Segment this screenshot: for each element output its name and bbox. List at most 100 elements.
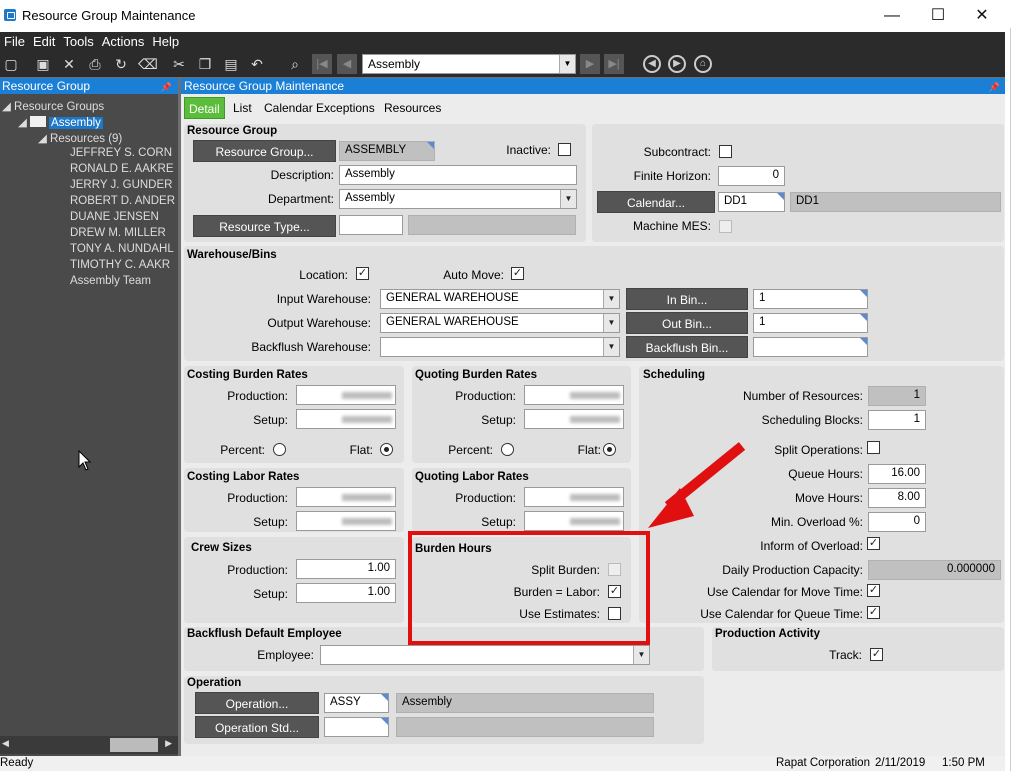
inactive-checkbox[interactable] [558, 143, 571, 156]
resource-group-field[interactable]: ASSEMBLY [339, 141, 435, 161]
department-combo[interactable]: Assembly ▼ [339, 189, 577, 209]
chevron-down-icon[interactable]: ▼ [603, 290, 619, 308]
back-icon[interactable]: ◀ [643, 55, 661, 73]
paste-icon[interactable]: ▤ [222, 55, 240, 73]
costing-labor-production-field[interactable] [296, 487, 396, 507]
operation-std-button[interactable]: Operation Std... [195, 716, 319, 738]
refresh-icon[interactable]: ↻ [112, 55, 130, 73]
tab-list[interactable]: List [229, 100, 256, 116]
search-icon[interactable]: ⌕ [286, 55, 304, 73]
quoting-labor-setup-field[interactable] [524, 511, 624, 531]
tree-resource-item[interactable]: JEFFREY S. CORN [70, 147, 172, 159]
costing-burden-setup-field[interactable] [296, 409, 396, 429]
backflush-warehouse-combo[interactable]: ▼ [380, 337, 620, 357]
inform-overload-checkbox[interactable]: ✓ [867, 537, 880, 550]
tree-resource-item[interactable]: DUANE JENSEN [70, 211, 159, 223]
track-checkbox[interactable]: ✓ [870, 648, 883, 661]
chevron-down-icon[interactable]: ▼ [603, 338, 619, 356]
clear-icon[interactable]: ⌫ [138, 55, 158, 73]
costing-percent-radio[interactable] [273, 443, 286, 456]
out-bin-field[interactable]: 1 [753, 313, 868, 333]
resource-type-button[interactable]: Resource Type... [193, 215, 336, 237]
menu-help[interactable]: Help [148, 32, 183, 49]
move-hours-field[interactable]: 8.00 [868, 488, 926, 508]
tree-resource-item[interactable]: DREW M. MILLER [70, 227, 166, 239]
out-bin-button[interactable]: Out Bin... [626, 312, 748, 334]
finite-horizon-field[interactable]: 0 [718, 166, 785, 186]
tab-resources[interactable]: Resources [380, 100, 445, 116]
next-record-button[interactable]: ▶ [580, 54, 600, 74]
tree-horizontal-scrollbar[interactable]: ◀ ▶ [0, 736, 178, 754]
new-icon[interactable]: ▢ [2, 55, 20, 73]
print-icon[interactable]: ⎙ [86, 55, 104, 73]
calendar-field[interactable]: DD1 [718, 192, 785, 212]
save-icon[interactable]: ▣ [34, 55, 52, 73]
cut-icon[interactable]: ✂ [170, 55, 188, 73]
copy-icon[interactable]: ❐ [196, 55, 214, 73]
calendar-button[interactable]: Calendar... [597, 191, 715, 213]
quoting-percent-radio[interactable] [501, 443, 514, 456]
costing-labor-setup-field[interactable] [296, 511, 396, 531]
backflush-bin-field[interactable] [753, 337, 868, 357]
chevron-down-icon[interactable]: ▼ [633, 646, 649, 664]
first-record-button[interactable]: |◀ [312, 54, 332, 74]
chevron-down-icon[interactable]: ▼ [559, 55, 575, 73]
close-button[interactable]: ✕ [962, 4, 1002, 28]
chevron-down-icon[interactable]: ▼ [603, 314, 619, 332]
tree-resource-item[interactable]: ROBERT D. ANDER [70, 195, 175, 207]
menu-file[interactable]: File [0, 32, 29, 49]
crew-production-field[interactable]: 1.00 [296, 559, 396, 579]
tree-resource-item[interactable]: Assembly Team [70, 275, 151, 287]
split-operations-checkbox[interactable] [867, 441, 880, 454]
in-bin-field[interactable]: 1 [753, 289, 868, 309]
minimize-button[interactable]: — [872, 4, 912, 28]
tab-detail[interactable]: Detail [184, 97, 225, 119]
costing-burden-production-field[interactable] [296, 385, 396, 405]
operation-button[interactable]: Operation... [195, 692, 319, 714]
menu-tools[interactable]: Tools [59, 32, 97, 49]
queue-hours-field[interactable]: 16.00 [868, 464, 926, 484]
quoting-burden-production-field[interactable] [524, 385, 624, 405]
scheduling-blocks-field[interactable]: 1 [868, 410, 926, 430]
scrollbar-thumb[interactable] [110, 738, 158, 752]
tab-calendar-exceptions[interactable]: Calendar Exceptions [260, 100, 379, 116]
tree-resource-item[interactable]: JERRY J. GUNDER [70, 179, 172, 191]
menu-actions[interactable]: Actions [98, 32, 149, 49]
tree-node-resources[interactable]: ◢ Resources (9) [38, 131, 122, 145]
backflush-bin-button[interactable]: Backflush Bin... [626, 336, 748, 358]
chevron-down-icon[interactable]: ▼ [560, 190, 576, 208]
auto-move-checkbox[interactable]: ✓ [511, 267, 524, 280]
location-checkbox[interactable]: ✓ [356, 267, 369, 280]
previous-record-button[interactable]: ◀ [337, 54, 357, 74]
delete-icon[interactable]: ✕ [60, 55, 78, 73]
quoting-flat-radio[interactable] [603, 443, 616, 456]
calendar-move-time-checkbox[interactable]: ✓ [867, 584, 880, 597]
costing-flat-radio[interactable] [380, 443, 393, 456]
scroll-right-icon[interactable]: ▶ [165, 738, 172, 749]
operation-field[interactable]: ASSY [324, 693, 389, 713]
quoting-labor-production-field[interactable] [524, 487, 624, 507]
pin-icon[interactable]: 📌 [161, 79, 172, 95]
employee-combo[interactable]: ▼ [320, 645, 650, 665]
operation-std-field[interactable] [324, 717, 389, 737]
min-overload-field[interactable]: 0 [868, 512, 926, 532]
tree-node-assembly[interactable]: ◢ Assembly [18, 115, 103, 129]
forward-icon[interactable]: ▶ [668, 55, 686, 73]
machine-mes-checkbox[interactable] [719, 220, 732, 233]
pin-icon[interactable]: 📌 [989, 79, 1000, 95]
in-bin-button[interactable]: In Bin... [626, 288, 748, 310]
tree-resource-item[interactable]: RONALD E. AAKRE [70, 163, 174, 175]
menu-edit[interactable]: Edit [29, 32, 59, 49]
last-record-button[interactable]: ▶| [604, 54, 624, 74]
tree-resource-item[interactable]: TONY A. NUNDAHL [70, 243, 174, 255]
home-icon[interactable]: ⌂ [694, 55, 712, 73]
resource-type-field[interactable] [339, 215, 403, 235]
calendar-queue-time-checkbox[interactable]: ✓ [867, 606, 880, 619]
quoting-burden-setup-field[interactable] [524, 409, 624, 429]
subcontract-checkbox[interactable] [719, 145, 732, 158]
tree-root[interactable]: ◢ Resource Groups [2, 99, 104, 113]
input-warehouse-combo[interactable]: GENERAL WAREHOUSE ▼ [380, 289, 620, 309]
maximize-button[interactable]: ☐ [918, 4, 958, 28]
description-field[interactable]: Assembly [339, 165, 577, 185]
resource-group-button[interactable]: Resource Group... [193, 140, 336, 162]
